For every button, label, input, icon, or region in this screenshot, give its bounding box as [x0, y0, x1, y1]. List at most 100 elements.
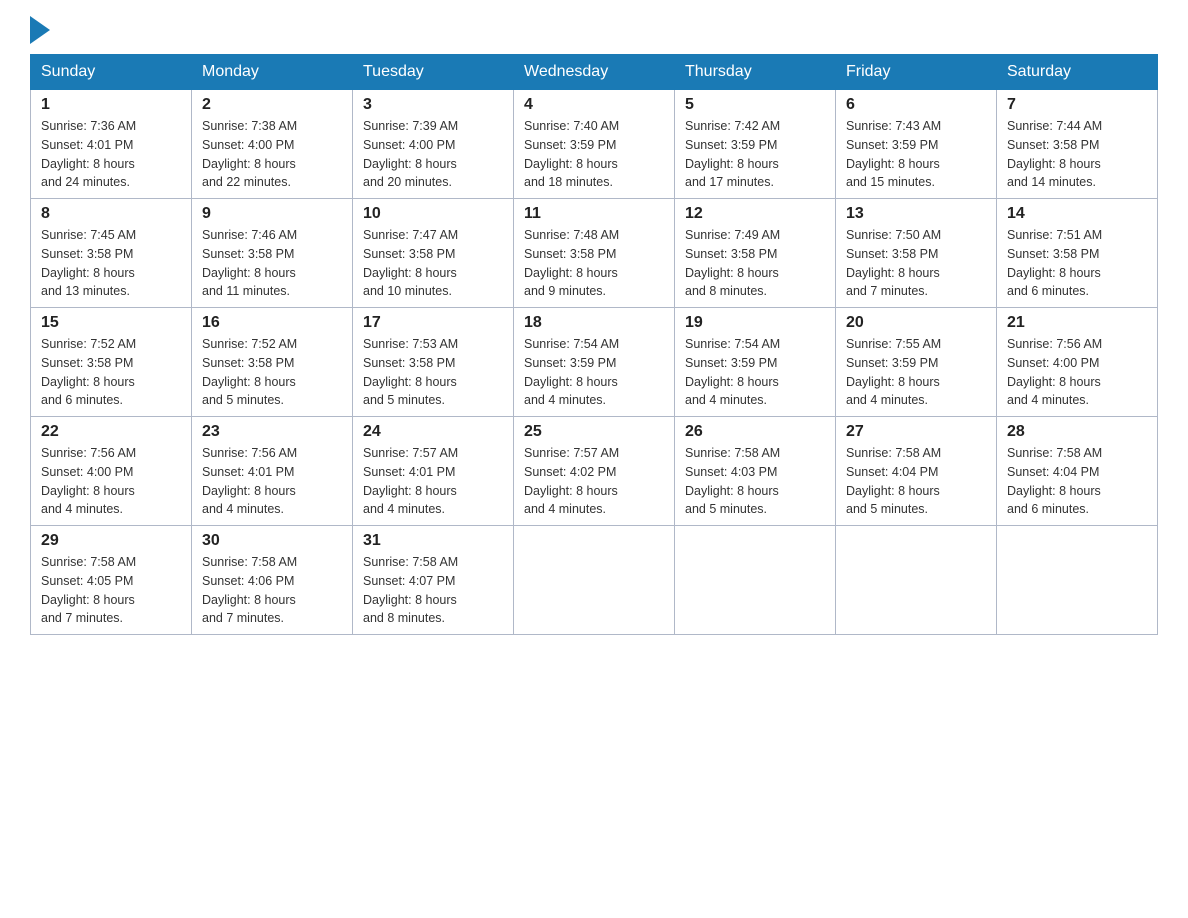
day-info: Sunrise: 7:57 AMSunset: 4:02 PMDaylight:…	[524, 444, 664, 519]
weekday-header-sunday: Sunday	[31, 55, 192, 90]
calendar-cell	[997, 526, 1158, 635]
calendar-table: SundayMondayTuesdayWednesdayThursdayFrid…	[30, 54, 1158, 635]
calendar-cell: 9 Sunrise: 7:46 AMSunset: 3:58 PMDayligh…	[192, 199, 353, 308]
day-info: Sunrise: 7:58 AMSunset: 4:04 PMDaylight:…	[1007, 444, 1147, 519]
day-info: Sunrise: 7:56 AMSunset: 4:01 PMDaylight:…	[202, 444, 342, 519]
day-number: 20	[846, 314, 986, 332]
calendar-cell: 24 Sunrise: 7:57 AMSunset: 4:01 PMDaylig…	[353, 417, 514, 526]
day-number: 2	[202, 96, 342, 114]
day-number: 22	[41, 423, 181, 441]
week-row-3: 15 Sunrise: 7:52 AMSunset: 3:58 PMDaylig…	[31, 308, 1158, 417]
day-number: 3	[363, 96, 503, 114]
day-number: 5	[685, 96, 825, 114]
calendar-cell	[514, 526, 675, 635]
day-number: 23	[202, 423, 342, 441]
day-info: Sunrise: 7:58 AMSunset: 4:07 PMDaylight:…	[363, 553, 503, 628]
day-number: 31	[363, 532, 503, 550]
day-number: 27	[846, 423, 986, 441]
day-info: Sunrise: 7:52 AMSunset: 3:58 PMDaylight:…	[41, 335, 181, 410]
day-info: Sunrise: 7:51 AMSunset: 3:58 PMDaylight:…	[1007, 226, 1147, 301]
day-info: Sunrise: 7:54 AMSunset: 3:59 PMDaylight:…	[524, 335, 664, 410]
day-number: 12	[685, 205, 825, 223]
day-number: 18	[524, 314, 664, 332]
week-row-1: 1 Sunrise: 7:36 AMSunset: 4:01 PMDayligh…	[31, 90, 1158, 199]
day-info: Sunrise: 7:36 AMSunset: 4:01 PMDaylight:…	[41, 117, 181, 192]
day-info: Sunrise: 7:54 AMSunset: 3:59 PMDaylight:…	[685, 335, 825, 410]
calendar-cell: 4 Sunrise: 7:40 AMSunset: 3:59 PMDayligh…	[514, 90, 675, 199]
day-number: 25	[524, 423, 664, 441]
day-info: Sunrise: 7:56 AMSunset: 4:00 PMDaylight:…	[41, 444, 181, 519]
day-number: 29	[41, 532, 181, 550]
calendar-cell: 29 Sunrise: 7:58 AMSunset: 4:05 PMDaylig…	[31, 526, 192, 635]
day-number: 16	[202, 314, 342, 332]
day-number: 28	[1007, 423, 1147, 441]
day-number: 30	[202, 532, 342, 550]
day-info: Sunrise: 7:56 AMSunset: 4:00 PMDaylight:…	[1007, 335, 1147, 410]
logo	[30, 20, 50, 44]
calendar-cell: 26 Sunrise: 7:58 AMSunset: 4:03 PMDaylig…	[675, 417, 836, 526]
day-number: 7	[1007, 96, 1147, 114]
day-number: 21	[1007, 314, 1147, 332]
calendar-cell: 25 Sunrise: 7:57 AMSunset: 4:02 PMDaylig…	[514, 417, 675, 526]
day-number: 9	[202, 205, 342, 223]
weekday-header-saturday: Saturday	[997, 55, 1158, 90]
calendar-cell: 1 Sunrise: 7:36 AMSunset: 4:01 PMDayligh…	[31, 90, 192, 199]
day-info: Sunrise: 7:40 AMSunset: 3:59 PMDaylight:…	[524, 117, 664, 192]
calendar-cell: 27 Sunrise: 7:58 AMSunset: 4:04 PMDaylig…	[836, 417, 997, 526]
calendar-cell: 6 Sunrise: 7:43 AMSunset: 3:59 PMDayligh…	[836, 90, 997, 199]
day-number: 24	[363, 423, 503, 441]
day-number: 11	[524, 205, 664, 223]
week-row-5: 29 Sunrise: 7:58 AMSunset: 4:05 PMDaylig…	[31, 526, 1158, 635]
calendar-cell: 12 Sunrise: 7:49 AMSunset: 3:58 PMDaylig…	[675, 199, 836, 308]
day-number: 17	[363, 314, 503, 332]
day-info: Sunrise: 7:47 AMSunset: 3:58 PMDaylight:…	[363, 226, 503, 301]
day-info: Sunrise: 7:44 AMSunset: 3:58 PMDaylight:…	[1007, 117, 1147, 192]
calendar-cell: 21 Sunrise: 7:56 AMSunset: 4:00 PMDaylig…	[997, 308, 1158, 417]
calendar-cell	[675, 526, 836, 635]
calendar-cell: 14 Sunrise: 7:51 AMSunset: 3:58 PMDaylig…	[997, 199, 1158, 308]
day-number: 26	[685, 423, 825, 441]
day-number: 13	[846, 205, 986, 223]
calendar-cell: 19 Sunrise: 7:54 AMSunset: 3:59 PMDaylig…	[675, 308, 836, 417]
calendar-cell: 11 Sunrise: 7:48 AMSunset: 3:58 PMDaylig…	[514, 199, 675, 308]
day-info: Sunrise: 7:55 AMSunset: 3:59 PMDaylight:…	[846, 335, 986, 410]
day-info: Sunrise: 7:46 AMSunset: 3:58 PMDaylight:…	[202, 226, 342, 301]
weekday-header-friday: Friday	[836, 55, 997, 90]
day-info: Sunrise: 7:58 AMSunset: 4:05 PMDaylight:…	[41, 553, 181, 628]
day-number: 8	[41, 205, 181, 223]
weekday-header-wednesday: Wednesday	[514, 55, 675, 90]
day-info: Sunrise: 7:53 AMSunset: 3:58 PMDaylight:…	[363, 335, 503, 410]
week-row-4: 22 Sunrise: 7:56 AMSunset: 4:00 PMDaylig…	[31, 417, 1158, 526]
weekday-header-thursday: Thursday	[675, 55, 836, 90]
day-info: Sunrise: 7:43 AMSunset: 3:59 PMDaylight:…	[846, 117, 986, 192]
calendar-cell: 20 Sunrise: 7:55 AMSunset: 3:59 PMDaylig…	[836, 308, 997, 417]
day-info: Sunrise: 7:58 AMSunset: 4:03 PMDaylight:…	[685, 444, 825, 519]
day-info: Sunrise: 7:48 AMSunset: 3:58 PMDaylight:…	[524, 226, 664, 301]
calendar-cell: 23 Sunrise: 7:56 AMSunset: 4:01 PMDaylig…	[192, 417, 353, 526]
calendar-cell	[836, 526, 997, 635]
calendar-cell: 8 Sunrise: 7:45 AMSunset: 3:58 PMDayligh…	[31, 199, 192, 308]
day-info: Sunrise: 7:57 AMSunset: 4:01 PMDaylight:…	[363, 444, 503, 519]
calendar-cell: 10 Sunrise: 7:47 AMSunset: 3:58 PMDaylig…	[353, 199, 514, 308]
calendar-cell: 31 Sunrise: 7:58 AMSunset: 4:07 PMDaylig…	[353, 526, 514, 635]
weekday-header-row: SundayMondayTuesdayWednesdayThursdayFrid…	[31, 55, 1158, 90]
day-info: Sunrise: 7:50 AMSunset: 3:58 PMDaylight:…	[846, 226, 986, 301]
day-info: Sunrise: 7:58 AMSunset: 4:06 PMDaylight:…	[202, 553, 342, 628]
day-number: 19	[685, 314, 825, 332]
day-info: Sunrise: 7:45 AMSunset: 3:58 PMDaylight:…	[41, 226, 181, 301]
day-info: Sunrise: 7:38 AMSunset: 4:00 PMDaylight:…	[202, 117, 342, 192]
calendar-cell: 17 Sunrise: 7:53 AMSunset: 3:58 PMDaylig…	[353, 308, 514, 417]
day-info: Sunrise: 7:52 AMSunset: 3:58 PMDaylight:…	[202, 335, 342, 410]
calendar-cell: 22 Sunrise: 7:56 AMSunset: 4:00 PMDaylig…	[31, 417, 192, 526]
day-info: Sunrise: 7:39 AMSunset: 4:00 PMDaylight:…	[363, 117, 503, 192]
calendar-cell: 30 Sunrise: 7:58 AMSunset: 4:06 PMDaylig…	[192, 526, 353, 635]
calendar-cell: 13 Sunrise: 7:50 AMSunset: 3:58 PMDaylig…	[836, 199, 997, 308]
page-header	[30, 20, 1158, 44]
day-number: 4	[524, 96, 664, 114]
day-number: 1	[41, 96, 181, 114]
day-info: Sunrise: 7:49 AMSunset: 3:58 PMDaylight:…	[685, 226, 825, 301]
calendar-cell: 7 Sunrise: 7:44 AMSunset: 3:58 PMDayligh…	[997, 90, 1158, 199]
weekday-header-tuesday: Tuesday	[353, 55, 514, 90]
day-info: Sunrise: 7:42 AMSunset: 3:59 PMDaylight:…	[685, 117, 825, 192]
calendar-cell: 3 Sunrise: 7:39 AMSunset: 4:00 PMDayligh…	[353, 90, 514, 199]
